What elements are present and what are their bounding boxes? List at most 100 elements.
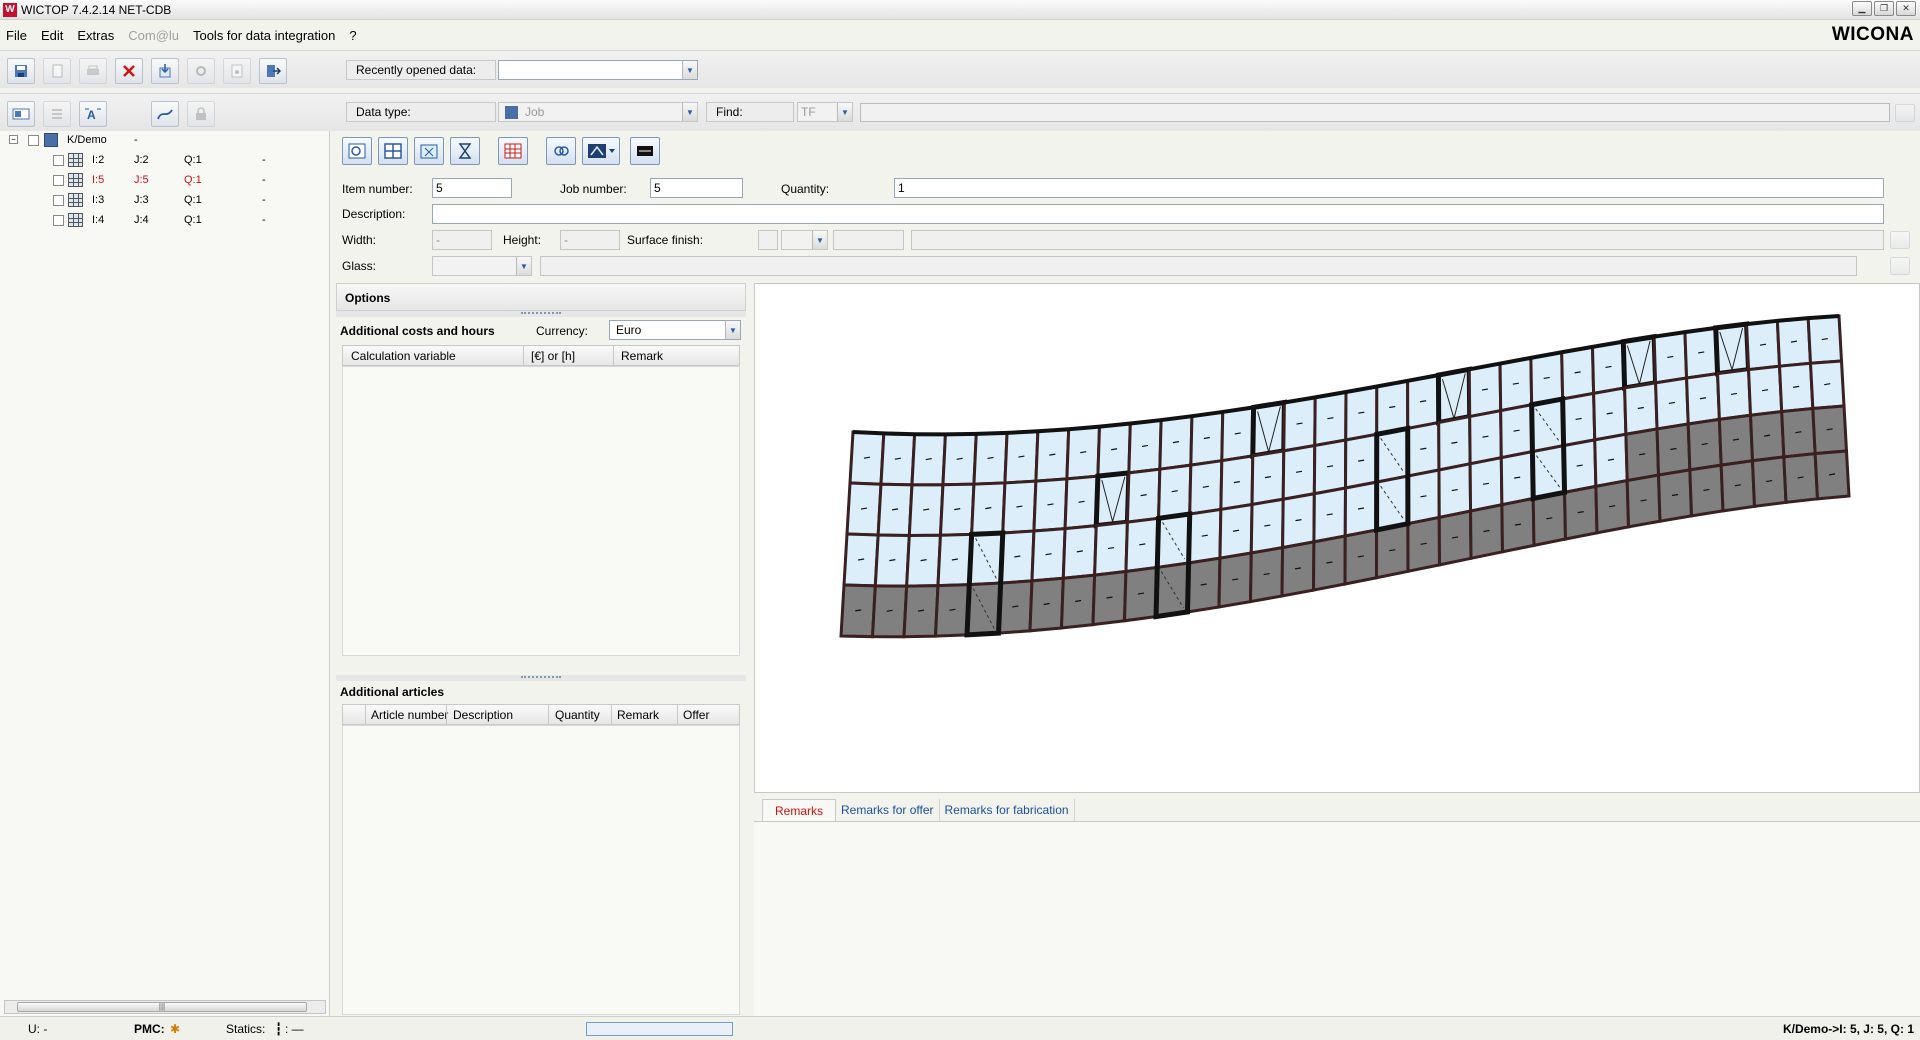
tab-remarks-offer[interactable]: Remarks for offer <box>836 799 940 821</box>
status-statics: Statics: <box>226 1022 266 1036</box>
tree-root-checkbox[interactable] <box>28 135 39 146</box>
glass-description-input[interactable] <box>540 256 1857 276</box>
description-input[interactable] <box>432 204 1884 224</box>
link-icon[interactable] <box>546 137 576 165</box>
document-icon[interactable] <box>223 58 251 84</box>
svg-text:A: A <box>87 108 96 122</box>
chevron-down-icon[interactable]: ▼ <box>812 231 827 249</box>
search-go-icon[interactable] <box>1895 104 1915 122</box>
settings-icon[interactable] <box>187 58 215 84</box>
tree-item-checkbox[interactable] <box>53 195 64 206</box>
col-remark[interactable]: Remark <box>617 708 659 722</box>
item-view-icon[interactable] <box>7 101 35 127</box>
tree-item-selected[interactable]: I:5 J:5 Q:1 - <box>0 171 320 191</box>
exit-icon[interactable] <box>259 58 287 84</box>
col-calculation-variable[interactable]: Calculation variable <box>351 349 456 363</box>
close-button[interactable]: ✕ <box>1896 1 1916 16</box>
window-elevation-icon[interactable] <box>378 137 408 165</box>
view-mode-dropdown-icon[interactable] <box>582 137 620 165</box>
folder-icon <box>44 133 58 147</box>
recent-data-combo[interactable]: ▼ <box>498 60 698 80</box>
chevron-down-icon[interactable]: ▼ <box>837 103 852 121</box>
surface-code-input[interactable] <box>833 230 904 250</box>
job-number-label: Job number: <box>560 182 627 196</box>
surface-description-input[interactable] <box>911 230 1884 250</box>
remarks-text-area[interactable] <box>754 821 1920 1016</box>
chevron-down-icon[interactable]: ▼ <box>682 61 697 79</box>
find-type-combo[interactable]: TF ▼ <box>797 102 853 122</box>
quantity-input[interactable]: 1 <box>894 178 1884 198</box>
tree-item[interactable]: I:2 J:2 Q:1 - <box>0 151 320 171</box>
zoom-view-icon[interactable] <box>342 137 372 165</box>
options-splitter[interactable] <box>336 311 746 317</box>
glass-select-icon[interactable] <box>1890 257 1910 275</box>
tree-item-checkbox[interactable] <box>53 215 64 226</box>
menu-help[interactable]: ? <box>349 28 356 43</box>
col-description[interactable]: Description <box>453 708 513 722</box>
scrollbar-thumb[interactable]: ||| <box>17 1002 307 1012</box>
height-label: Height: <box>503 233 542 247</box>
grid-table-icon[interactable] <box>498 137 528 165</box>
chevron-down-icon[interactable]: ▼ <box>516 257 531 275</box>
tree-item-checkbox[interactable] <box>53 155 64 166</box>
menu-comalu[interactable]: Com@lu <box>128 28 179 43</box>
articles-table-body[interactable] <box>342 725 740 1015</box>
description-label: Description: <box>342 207 406 221</box>
text-tool-icon[interactable]: A <box>79 101 107 127</box>
col-article-number[interactable]: Article number <box>371 708 448 722</box>
facade-drawing-canvas[interactable] <box>754 283 1920 793</box>
minimize-button[interactable]: ▁ <box>1852 1 1872 16</box>
dimension-icon[interactable] <box>630 137 660 165</box>
window-grid-icon <box>68 213 83 227</box>
menu-file[interactable]: File <box>6 28 27 43</box>
collapse-icon[interactable]: − <box>9 135 18 144</box>
hourglass-icon[interactable] <box>450 137 480 165</box>
print-icon[interactable] <box>79 58 107 84</box>
costs-table-body[interactable] <box>342 366 740 656</box>
tree-item[interactable]: I:4 J:4 Q:1 - <box>0 211 320 231</box>
lock-icon[interactable] <box>187 101 215 127</box>
currency-label: Currency: <box>536 324 589 338</box>
tab-remarks[interactable]: Remarks <box>762 799 837 821</box>
surface-search-icon[interactable] <box>1890 231 1910 249</box>
tree-item-checkbox[interactable] <box>53 175 64 186</box>
col-euro-or-hour[interactable]: [€] or [h] <box>531 349 575 363</box>
status-bar: U: - PMC: ✱ Statics: ┇ : — K/Demo->I: 5,… <box>0 1016 1920 1040</box>
list-icon[interactable] <box>43 101 71 127</box>
profile-section-icon[interactable] <box>414 137 444 165</box>
col-offer[interactable]: Offer <box>683 708 709 722</box>
surface-finish-combo[interactable]: ▼ <box>781 230 828 250</box>
data-type-combo[interactable]: Job ▼ <box>498 102 698 122</box>
save-icon[interactable] <box>7 58 35 84</box>
restore-button[interactable]: ❐ <box>1874 1 1894 16</box>
tree-item[interactable]: I:3 J:3 Q:1 - <box>0 191 320 211</box>
job-number-input[interactable]: 5 <box>650 178 743 198</box>
delete-icon[interactable] <box>115 58 143 84</box>
tree-horizontal-scrollbar[interactable]: ||| <box>4 1000 326 1014</box>
find-input[interactable] <box>860 103 1890 122</box>
menu-tools-data-integration[interactable]: Tools for data integration <box>193 28 335 43</box>
articles-splitter[interactable] <box>336 675 746 681</box>
item-toolbar <box>336 131 1920 173</box>
col-quantity[interactable]: Quantity <box>555 708 600 722</box>
import-icon[interactable] <box>151 58 179 84</box>
brand-logo: WICONA <box>1831 24 1914 45</box>
copy-icon[interactable] <box>43 58 71 84</box>
item-number-input[interactable]: 5 <box>432 178 512 198</box>
tab-remarks-fabrication[interactable]: Remarks for fabrication <box>940 799 1075 821</box>
chevron-down-icon[interactable]: ▼ <box>682 103 697 121</box>
edit-path-icon[interactable] <box>151 101 179 127</box>
chevron-down-icon[interactable]: ▼ <box>725 321 740 339</box>
status-statics-value: : — <box>285 1022 304 1036</box>
menu-extras[interactable]: Extras <box>77 28 114 43</box>
menu-edit[interactable]: Edit <box>41 28 63 43</box>
remarks-panel: Remarks Remarks for offer Remarks for fa… <box>754 796 1920 1016</box>
width-input[interactable]: - <box>432 230 492 250</box>
height-input[interactable]: - <box>560 230 620 250</box>
tree-root[interactable]: − K/Demo - <box>0 131 320 151</box>
currency-combo[interactable]: Euro ▼ <box>609 320 741 340</box>
glass-combo[interactable]: ▼ <box>432 256 532 276</box>
status-pmc: PMC: <box>134 1022 165 1036</box>
col-remark[interactable]: Remark <box>621 349 663 363</box>
surface-color-swatch[interactable] <box>758 230 778 250</box>
